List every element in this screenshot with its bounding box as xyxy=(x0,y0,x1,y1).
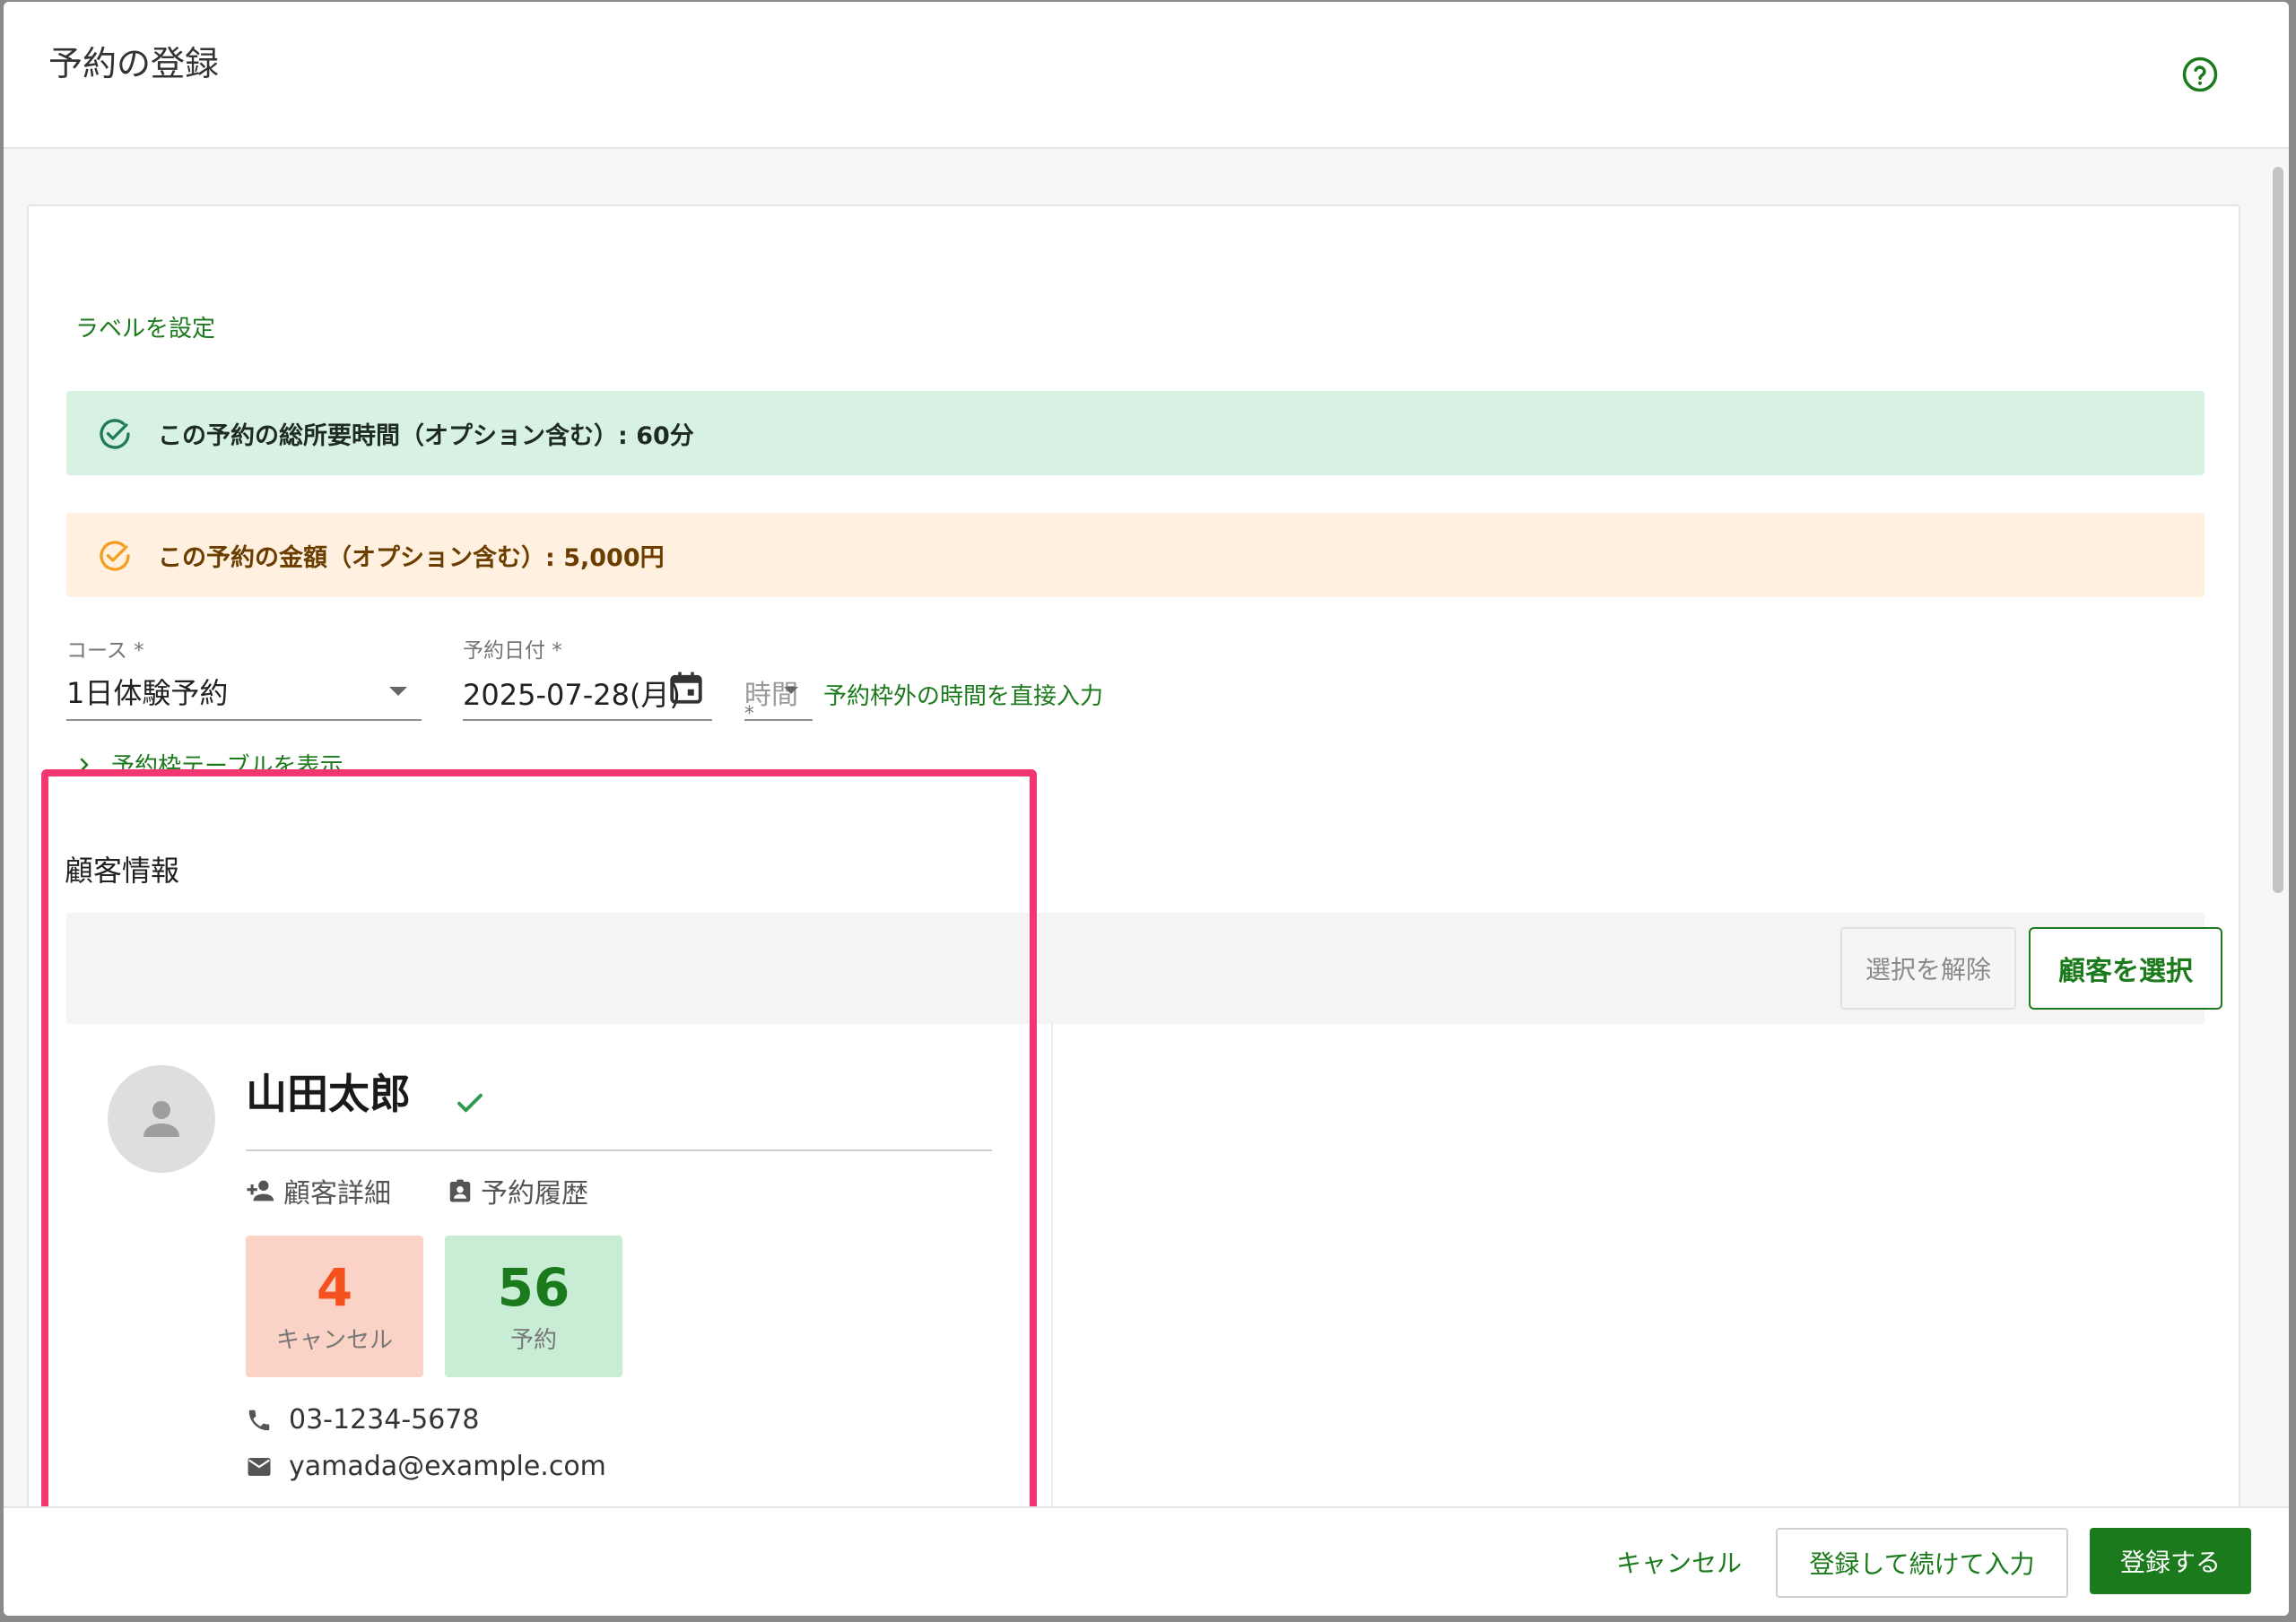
course-label: コース * xyxy=(66,639,144,663)
clear-selection-button[interactable]: 選択を解除 xyxy=(1840,927,2016,1010)
clipboard-person-icon xyxy=(449,1179,471,1202)
time-underline xyxy=(744,719,813,721)
customer-card: 山田太郎 顧客詳細 予約履歴 4 キャンセル 56 予約 03-1234-567… xyxy=(66,1024,1053,1506)
cancel-button[interactable]: キャンセル xyxy=(1616,1544,1742,1580)
time-required-mark: * xyxy=(744,703,754,725)
chevron-right-icon xyxy=(80,758,89,771)
direct-time-input-link[interactable]: 予約枠外の時間を直接入力 xyxy=(823,678,1103,711)
avatar xyxy=(108,1065,215,1173)
date-underline xyxy=(463,719,712,721)
help-circle-icon[interactable] xyxy=(2181,56,2219,93)
date-label: 予約日付 * xyxy=(463,639,562,663)
person-icon xyxy=(144,1101,179,1137)
date-input[interactable]: 2025-07-28(月) xyxy=(463,672,681,714)
scrollbar[interactable] xyxy=(2273,167,2283,893)
reservation-stat-label: 予約 xyxy=(509,1326,557,1354)
register-and-continue-button[interactable]: 登録して続けて入力 xyxy=(1776,1528,2068,1598)
cancel-count: 4 xyxy=(316,1256,353,1318)
dialog-footer: キャンセル 登録して続けて入力 登録する xyxy=(4,1506,2289,1616)
customer-toolbar: 選択を解除 顧客を選択 xyxy=(66,913,2222,1024)
phone-number: 03-1234-5678 xyxy=(289,1404,480,1436)
reservation-stat: 56 予約 xyxy=(445,1236,622,1377)
duration-alert: この予約の総所要時間（オプション含む）: 60分 xyxy=(66,391,2205,475)
customer-name: 山田太郎 xyxy=(246,1070,411,1118)
duration-text: この予約の総所要時間（オプション含む）: 60分 xyxy=(158,422,694,450)
check-circle-icon xyxy=(100,419,130,449)
course-underline xyxy=(66,719,422,721)
dialog-body: ラベルを設定 この予約の総所要時間（オプション含む）: 60分 この予約の金額（… xyxy=(4,149,2289,1506)
reservation-dialog: 予約の登録 ラベルを設定 この予約の総所要時間（オプション含む）: 60分 この… xyxy=(4,2,2289,1616)
email-row: yamada@example.com xyxy=(246,1451,606,1482)
cancel-stat-label: キャンセル xyxy=(275,1326,393,1354)
slot-table-toggle-label: 予約枠テーブルを表示 xyxy=(111,753,344,780)
check-icon xyxy=(457,1093,483,1113)
reservation-history-label: 予約履歴 xyxy=(481,1178,588,1210)
price-alert: この予約の金額（オプション含む）: 5,000円 xyxy=(66,513,2205,597)
name-divider xyxy=(246,1149,992,1151)
dialog-header: 予約の登録 xyxy=(4,2,2289,149)
calendar-icon[interactable] xyxy=(667,669,705,707)
person-add-icon xyxy=(247,1180,274,1201)
phone-icon xyxy=(248,1409,270,1430)
reservation-count: 56 xyxy=(497,1256,570,1318)
cancel-stat: 4 キャンセル xyxy=(246,1236,423,1377)
phone-row: 03-1234-5678 xyxy=(246,1404,480,1436)
chevron-down-icon[interactable] xyxy=(389,687,407,696)
select-customer-button[interactable]: 顧客を選択 xyxy=(2029,927,2222,1010)
dialog-title: 予約の登録 xyxy=(48,44,220,83)
course-select[interactable]: 1日体験予約 xyxy=(66,671,228,712)
set-label-link[interactable]: ラベルを設定 xyxy=(75,310,215,343)
price-text: この予約の金額（オプション含む）: 5,000円 xyxy=(158,544,665,572)
reservation-card: ラベルを設定 この予約の総所要時間（オプション含む）: 60分 この予約の金額（… xyxy=(27,204,2240,1506)
slot-table-toggle[interactable]: 予約枠テーブルを表示 xyxy=(74,748,343,781)
email-address: yamada@example.com xyxy=(289,1451,606,1482)
chevron-down-icon[interactable] xyxy=(784,687,798,694)
mail-icon xyxy=(248,1457,271,1476)
customer-detail-link[interactable]: 顧客詳細 xyxy=(246,1171,391,1210)
reservation-history-link[interactable]: 予約履歴 xyxy=(447,1171,588,1210)
customer-section-title: 顧客情報 xyxy=(65,854,180,888)
check-circle-icon xyxy=(100,541,130,571)
register-button[interactable]: 登録する xyxy=(2090,1528,2251,1594)
customer-detail-label: 顧客詳細 xyxy=(283,1178,391,1210)
